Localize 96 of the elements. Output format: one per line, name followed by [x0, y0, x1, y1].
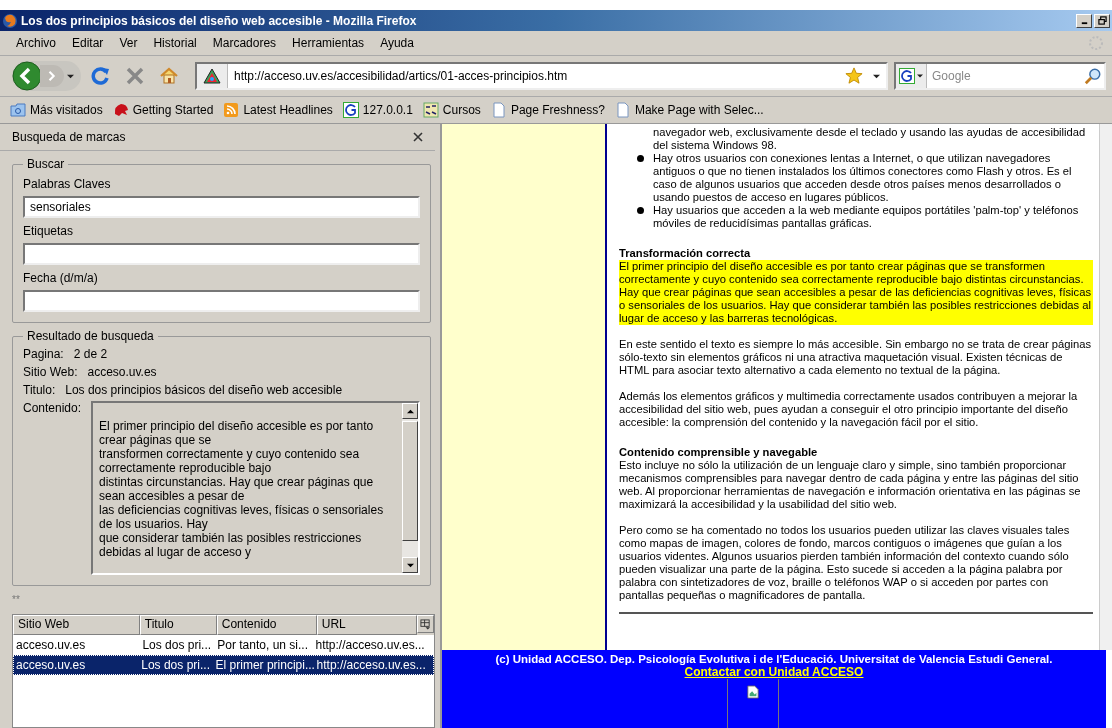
group-legend: Buscar: [23, 157, 69, 171]
badge-icon: [422, 102, 439, 118]
restore-button[interactable]: [1094, 13, 1110, 28]
down-arrow-icon[interactable]: [406, 561, 414, 569]
field-label: Etiquetas: [23, 224, 75, 238]
bookmark-item[interactable]: Cursos: [422, 102, 481, 118]
input-field[interactable]: [23, 243, 420, 265]
paragraph: Pero como se ha comentado no todos los usuarios pueden utilizar las claves visuales tales como mapas de imagen, colores de fondo, marcos contiguos o imágenes que guían a los usuarios videntes. Algunos usuarios pierden también información del contexto cuando sólo pueden visualizar una parte de la página. Esto sucede si acceden a la página palabra por palabra con sintetizadores de voz, braille o teléfonos WAP o si acceden por partes con pantallas pequeñas o magnificadores de pantalla.: [619, 524, 1070, 601]
detail-label: Pagina:: [23, 347, 64, 361]
scrollbar[interactable]: [1099, 124, 1112, 650]
letter-g-icon: [342, 102, 359, 118]
caret-icon[interactable]: [917, 73, 923, 79]
star-icon[interactable]: [845, 67, 863, 85]
content-text-area[interactable]: [91, 401, 420, 575]
field-label: Palabras Claves: [23, 177, 112, 191]
paragraph: Además los elementos gráficos y multimedia correctamente usados contribuyen a mejorar la accesibilidad del sitio web, pues ayudan a conseguir el otro principio importante del diseño accesible: la comprensión del contenido y la navegación fácil por el sitio.: [619, 390, 1078, 428]
bullet-icon: [637, 207, 644, 214]
group-legend: Resultado de busqueda: [23, 329, 158, 343]
address-bar[interactable]: http://acceso.uv.es/accesibilidad/artics/01-acces-principios.htm: [195, 62, 888, 90]
search-engine-icon[interactable]: [899, 68, 915, 84]
broken-image-icon: [747, 685, 759, 699]
list-text: navegador web, exclusivamente desde el teclado y usando las ayudas de accesibilidad del sistema Windows 98.: [653, 126, 1086, 151]
menu-item[interactable]: Historial: [145, 36, 205, 50]
result-row[interactable]: acceso.uv.es Los dos pri... Por tanto, un si... http://acceso.uv.es...: [13, 635, 434, 655]
input-field[interactable]: [23, 290, 420, 312]
menu-item[interactable]: Ver: [111, 36, 146, 50]
content-line: que considerar también las posibles restricciones debidas al lugar de acceso y: [99, 531, 363, 559]
column-header[interactable]: Titulo: [139, 615, 217, 635]
table-cell-text: El primer principi...: [214, 658, 314, 672]
bookmark-item[interactable]: Page Freshness?: [490, 102, 605, 118]
column-picker-button[interactable]: [416, 615, 434, 633]
bookmark-item[interactable]: Más visitados: [10, 102, 103, 118]
dropdown-icon[interactable]: [873, 72, 880, 80]
bookmark-item[interactable]: 127.0.0.1: [342, 102, 413, 118]
copyright-text: (c) Unidad ACCESO. Dep. Psicología Evolutiva i de l'Educació. Universitat de Valencia Estudi General.: [495, 653, 1053, 665]
reload-icon: [91, 66, 111, 86]
table-cell-text: acceso.uv.es: [15, 638, 87, 652]
browser-logo-icon: [2, 12, 18, 29]
feed-icon: [223, 102, 240, 118]
page-icon: [490, 102, 507, 118]
table-cell-text: Los dos pri...: [141, 638, 213, 652]
triangle-site-icon: [203, 68, 221, 84]
close-icon: [413, 132, 423, 142]
menu-item[interactable]: Herramientas: [284, 36, 373, 50]
detail-label: Sitio Web:: [23, 365, 78, 379]
detail-value: 2 de 2: [73, 347, 108, 361]
column-header[interactable]: Sitio Web: [13, 615, 140, 635]
detail-label: Titulo:: [23, 383, 56, 397]
table-cell-text: Los dos pri...: [140, 658, 211, 672]
detail-value: acceso.uv.es: [87, 365, 157, 379]
page-icon: [614, 102, 631, 118]
paragraph: El primer principio del diseño accesible es por tanto crear páginas que se transformen correctamente y cuyo contenido sea correctamente reproducible bajo distintas circunstancias. Hay que crear páginas que sean accesibles a pesar de las deficiencias cognitivas leves, físicas o sensoriales de los usuarios. Hay que considerar también las posibles restricciones debidas al lugar de acceso y las barreras tecnológicas.: [619, 260, 1093, 325]
home-icon: [159, 66, 179, 86]
bullet-icon: [637, 155, 644, 162]
splitter-label: **: [11, 593, 21, 607]
throbber-icon: [1088, 35, 1104, 51]
section-heading: Transformación correcta: [619, 247, 752, 260]
close-button[interactable]: [411, 130, 425, 144]
menu-item[interactable]: Editar: [64, 36, 112, 50]
section-heading: Contenido comprensible y navegable: [619, 446, 819, 459]
table-cell-text: Por tanto, un si...: [216, 638, 309, 652]
table-cell-text: acceso.uv.es: [15, 658, 87, 672]
search-icon[interactable]: [1084, 67, 1102, 85]
list-text: Hay otros usuarios con conexiones lentas a Internet, o que utilizan navegadores antiguos o que no tienen instalados los últimos conectores como Flash y otros. Es el caso de algunos usuarios que acceden desde otros países menos desarrollados o usando puestos de acceso en lugares públicos.: [653, 152, 1072, 203]
window-title: Los dos principios básicos del diseño web accesible - Mozilla Firefox: [21, 13, 418, 28]
contact-link[interactable]: Contactar con Unidad ACCESO: [684, 665, 864, 679]
minimize-button[interactable]: [1076, 13, 1092, 28]
back-button[interactable]: [12, 61, 42, 91]
folder-icon: [10, 102, 26, 118]
detail-value: Los dos principios básicos del diseño web accesible: [65, 383, 343, 397]
scrollbar[interactable]: [402, 403, 418, 573]
sidebar-title: Busqueda de marcas: [12, 130, 126, 144]
list-text: Hay usuarios que acceden a la web mediante equipos portátiles 'palm-top' y teléfonos móviles de reducidísimas pantallas gráficas.: [653, 204, 1079, 229]
up-arrow-icon[interactable]: [406, 407, 414, 415]
table-cell-text: http://acceso.uv.es...: [314, 638, 426, 652]
paragraph: En este sentido el texto es siempre lo más accesible. Sin embargo no se trata de crear páginas sólo-texto sin elementos gráficos ni una atractiva maquetación visual. Existen técnicas de HTML para asociar texto alternativo a cada elemento no textual de la página.: [619, 338, 1091, 376]
creature-icon: [112, 102, 129, 118]
detail-label: Contenido:: [23, 401, 79, 415]
menu-item[interactable]: Ayuda: [372, 36, 422, 50]
menu-item[interactable]: Archivo: [8, 36, 64, 50]
search-field[interactable]: Google: [894, 62, 1106, 90]
input-field[interactable]: sensoriales: [23, 196, 420, 218]
column-header[interactable]: URL: [316, 615, 417, 635]
paragraph: Esto incluye no sólo la utilización de un lenguaje claro y simple, sino también proporcionar mecanismos comprensibles para navegar dentro de cada página y entre las páginas del sitio web. Al proporcionar herramientas de navegación e información orientativa en las páginas se maximizará la accesibilidad y la usabilidad del sitio web.: [619, 459, 1081, 510]
field-label: Fecha (d/m/a): [23, 271, 99, 285]
column-header[interactable]: Contenido: [216, 615, 317, 635]
menu-item[interactable]: Marcadores: [204, 36, 285, 50]
bookmark-item[interactable]: Getting Started: [112, 102, 214, 118]
caret-icon: [67, 72, 74, 80]
bookmark-item[interactable]: Latest Headlines: [223, 102, 333, 118]
table-cell-text: http://acceso.uv.es...: [315, 658, 427, 672]
stop-icon: [125, 66, 145, 86]
result-row[interactable]: acceso.uv.es Los dos pri... El primer principi...http://acceso.uv.es...: [13, 655, 434, 675]
column-picker-icon: [419, 618, 431, 630]
bookmark-item[interactable]: Make Page with Selec...: [614, 102, 764, 118]
restore-icon: [1097, 16, 1107, 25]
